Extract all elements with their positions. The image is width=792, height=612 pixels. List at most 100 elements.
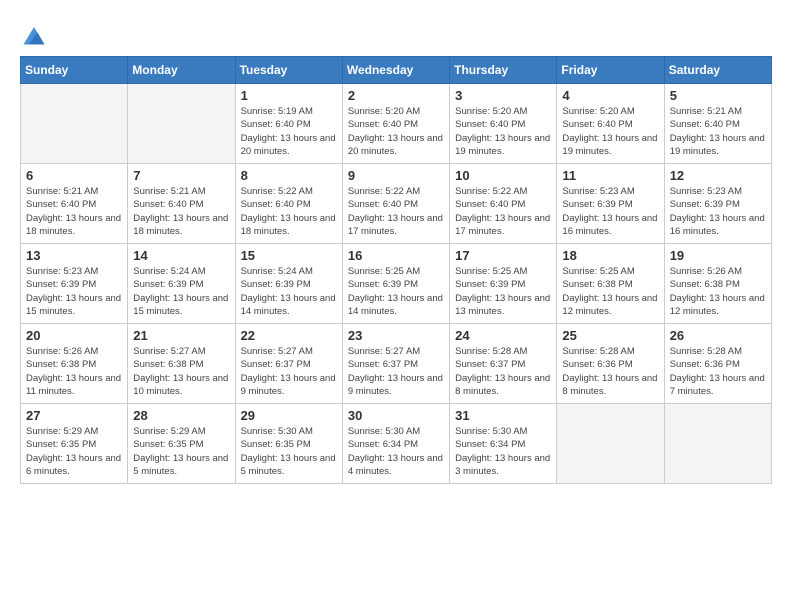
day-number: 1 xyxy=(241,88,337,103)
header-cell-friday: Friday xyxy=(557,57,664,84)
day-number: 8 xyxy=(241,168,337,183)
day-number: 31 xyxy=(455,408,551,423)
calendar-cell: 1 Sunrise: 5:19 AM Sunset: 6:40 PM Daylig… xyxy=(235,84,342,164)
day-number: 9 xyxy=(348,168,444,183)
day-number: 30 xyxy=(348,408,444,423)
day-number: 18 xyxy=(562,248,658,263)
day-info: Sunrise: 5:27 AM Sunset: 6:38 PM Dayligh… xyxy=(133,345,229,398)
day-info: Sunrise: 5:21 AM Sunset: 6:40 PM Dayligh… xyxy=(670,105,766,158)
calendar-cell: 15 Sunrise: 5:24 AM Sunset: 6:39 PM Dayli… xyxy=(235,244,342,324)
day-info: Sunrise: 5:20 AM Sunset: 6:40 PM Dayligh… xyxy=(562,105,658,158)
day-number: 25 xyxy=(562,328,658,343)
day-info: Sunrise: 5:20 AM Sunset: 6:40 PM Dayligh… xyxy=(455,105,551,158)
calendar-cell: 14Sunrise: 5:24 AM Sunset: 6:39 PM Dayli… xyxy=(128,244,235,324)
calendar-cell: 16 Sunrise: 5:25 AM Sunset: 6:39 PM Dayli… xyxy=(342,244,449,324)
calendar-cell: 18 Sunrise: 5:25 AM Sunset: 6:38 PM Dayli… xyxy=(557,244,664,324)
day-info: Sunrise: 5:21 AM Sunset: 6:40 PM Dayligh… xyxy=(26,185,122,238)
day-info: Sunrise: 5:25 AM Sunset: 6:39 PM Dayligh… xyxy=(348,265,444,318)
calendar-cell xyxy=(21,84,128,164)
calendar-cell: 17Sunrise: 5:25 AM Sunset: 6:39 PM Dayli… xyxy=(450,244,557,324)
calendar-cell: 6 Sunrise: 5:21 AM Sunset: 6:40 PM Daylig… xyxy=(21,164,128,244)
calendar-cell: 8 Sunrise: 5:22 AM Sunset: 6:40 PM Daylig… xyxy=(235,164,342,244)
day-number: 11 xyxy=(562,168,658,183)
calendar-week-row: 20Sunrise: 5:26 AM Sunset: 6:38 PM Dayli… xyxy=(21,324,772,404)
header-cell-thursday: Thursday xyxy=(450,57,557,84)
calendar-cell: 23Sunrise: 5:27 AM Sunset: 6:37 PM Dayli… xyxy=(342,324,449,404)
day-number: 7 xyxy=(133,168,229,183)
day-number: 5 xyxy=(670,88,766,103)
day-info: Sunrise: 5:28 AM Sunset: 6:36 PM Dayligh… xyxy=(670,345,766,398)
day-number: 2 xyxy=(348,88,444,103)
calendar-week-row: 6 Sunrise: 5:21 AM Sunset: 6:40 PM Daylig… xyxy=(21,164,772,244)
calendar-cell: 11 Sunrise: 5:23 AM Sunset: 6:39 PM Dayli… xyxy=(557,164,664,244)
day-number: 28 xyxy=(133,408,229,423)
day-number: 27 xyxy=(26,408,122,423)
calendar-cell: 29 Sunrise: 5:30 AM Sunset: 6:35 PM Dayli… xyxy=(235,404,342,484)
day-info: Sunrise: 5:22 AM Sunset: 6:40 PM Dayligh… xyxy=(348,185,444,238)
header-cell-saturday: Saturday xyxy=(664,57,771,84)
day-number: 4 xyxy=(562,88,658,103)
day-number: 13 xyxy=(26,248,122,263)
day-info: Sunrise: 5:19 AM Sunset: 6:40 PM Dayligh… xyxy=(241,105,337,158)
day-number: 24 xyxy=(455,328,551,343)
day-info: Sunrise: 5:30 AM Sunset: 6:34 PM Dayligh… xyxy=(455,425,551,478)
day-number: 6 xyxy=(26,168,122,183)
calendar-cell: 2 Sunrise: 5:20 AM Sunset: 6:40 PM Daylig… xyxy=(342,84,449,164)
logo-icon xyxy=(20,20,48,48)
day-number: 26 xyxy=(670,328,766,343)
calendar-cell: 31 Sunrise: 5:30 AM Sunset: 6:34 PM Dayli… xyxy=(450,404,557,484)
calendar-cell: 5 Sunrise: 5:21 AM Sunset: 6:40 PM Daylig… xyxy=(664,84,771,164)
calendar-cell: 22 Sunrise: 5:27 AM Sunset: 6:37 PM Dayli… xyxy=(235,324,342,404)
day-number: 22 xyxy=(241,328,337,343)
day-info: Sunrise: 5:20 AM Sunset: 6:40 PM Dayligh… xyxy=(348,105,444,158)
day-number: 3 xyxy=(455,88,551,103)
calendar-week-row: 1 Sunrise: 5:19 AM Sunset: 6:40 PM Daylig… xyxy=(21,84,772,164)
calendar-cell: 12Sunrise: 5:23 AM Sunset: 6:39 PM Dayli… xyxy=(664,164,771,244)
page-header xyxy=(20,20,772,48)
header-row: SundayMondayTuesdayWednesdayThursdayFrid… xyxy=(21,57,772,84)
day-info: Sunrise: 5:28 AM Sunset: 6:37 PM Dayligh… xyxy=(455,345,551,398)
calendar-cell: 21 Sunrise: 5:27 AM Sunset: 6:38 PM Dayli… xyxy=(128,324,235,404)
day-number: 19 xyxy=(670,248,766,263)
day-info: Sunrise: 5:23 AM Sunset: 6:39 PM Dayligh… xyxy=(562,185,658,238)
calendar-cell: 7 Sunrise: 5:21 AM Sunset: 6:40 PM Daylig… xyxy=(128,164,235,244)
header-cell-wednesday: Wednesday xyxy=(342,57,449,84)
day-number: 23 xyxy=(348,328,444,343)
calendar-cell: 4 Sunrise: 5:20 AM Sunset: 6:40 PM Daylig… xyxy=(557,84,664,164)
calendar-table: SundayMondayTuesdayWednesdayThursdayFrid… xyxy=(20,56,772,484)
header-cell-sunday: Sunday xyxy=(21,57,128,84)
day-number: 10 xyxy=(455,168,551,183)
day-info: Sunrise: 5:26 AM Sunset: 6:38 PM Dayligh… xyxy=(670,265,766,318)
day-info: Sunrise: 5:21 AM Sunset: 6:40 PM Dayligh… xyxy=(133,185,229,238)
day-info: Sunrise: 5:22 AM Sunset: 6:40 PM Dayligh… xyxy=(241,185,337,238)
calendar-cell: 24 Sunrise: 5:28 AM Sunset: 6:37 PM Dayli… xyxy=(450,324,557,404)
calendar-cell xyxy=(128,84,235,164)
day-info: Sunrise: 5:30 AM Sunset: 6:35 PM Dayligh… xyxy=(241,425,337,478)
day-info: Sunrise: 5:23 AM Sunset: 6:39 PM Dayligh… xyxy=(26,265,122,318)
day-number: 21 xyxy=(133,328,229,343)
day-info: Sunrise: 5:24 AM Sunset: 6:39 PM Dayligh… xyxy=(241,265,337,318)
logo xyxy=(20,20,52,48)
calendar-week-row: 27 Sunrise: 5:29 AM Sunset: 6:35 PM Dayli… xyxy=(21,404,772,484)
calendar-cell: 27 Sunrise: 5:29 AM Sunset: 6:35 PM Dayli… xyxy=(21,404,128,484)
day-number: 15 xyxy=(241,248,337,263)
day-info: Sunrise: 5:27 AM Sunset: 6:37 PM Dayligh… xyxy=(241,345,337,398)
day-info: Sunrise: 5:25 AM Sunset: 6:38 PM Dayligh… xyxy=(562,265,658,318)
calendar-cell xyxy=(557,404,664,484)
calendar-cell: 10 Sunrise: 5:22 AM Sunset: 6:40 PM Dayli… xyxy=(450,164,557,244)
day-info: Sunrise: 5:29 AM Sunset: 6:35 PM Dayligh… xyxy=(133,425,229,478)
calendar-week-row: 13 Sunrise: 5:23 AM Sunset: 6:39 PM Dayli… xyxy=(21,244,772,324)
day-info: Sunrise: 5:22 AM Sunset: 6:40 PM Dayligh… xyxy=(455,185,551,238)
header-cell-tuesday: Tuesday xyxy=(235,57,342,84)
calendar-cell: 19 Sunrise: 5:26 AM Sunset: 6:38 PM Dayli… xyxy=(664,244,771,324)
calendar-cell: 28 Sunrise: 5:29 AM Sunset: 6:35 PM Dayli… xyxy=(128,404,235,484)
day-info: Sunrise: 5:25 AM Sunset: 6:39 PM Dayligh… xyxy=(455,265,551,318)
day-number: 29 xyxy=(241,408,337,423)
calendar-cell: 20Sunrise: 5:26 AM Sunset: 6:38 PM Dayli… xyxy=(21,324,128,404)
calendar-cell: 30Sunrise: 5:30 AM Sunset: 6:34 PM Dayli… xyxy=(342,404,449,484)
day-info: Sunrise: 5:29 AM Sunset: 6:35 PM Dayligh… xyxy=(26,425,122,478)
calendar-cell: 9 Sunrise: 5:22 AM Sunset: 6:40 PM Daylig… xyxy=(342,164,449,244)
calendar-cell: 3 Sunrise: 5:20 AM Sunset: 6:40 PM Daylig… xyxy=(450,84,557,164)
header-cell-monday: Monday xyxy=(128,57,235,84)
day-number: 16 xyxy=(348,248,444,263)
